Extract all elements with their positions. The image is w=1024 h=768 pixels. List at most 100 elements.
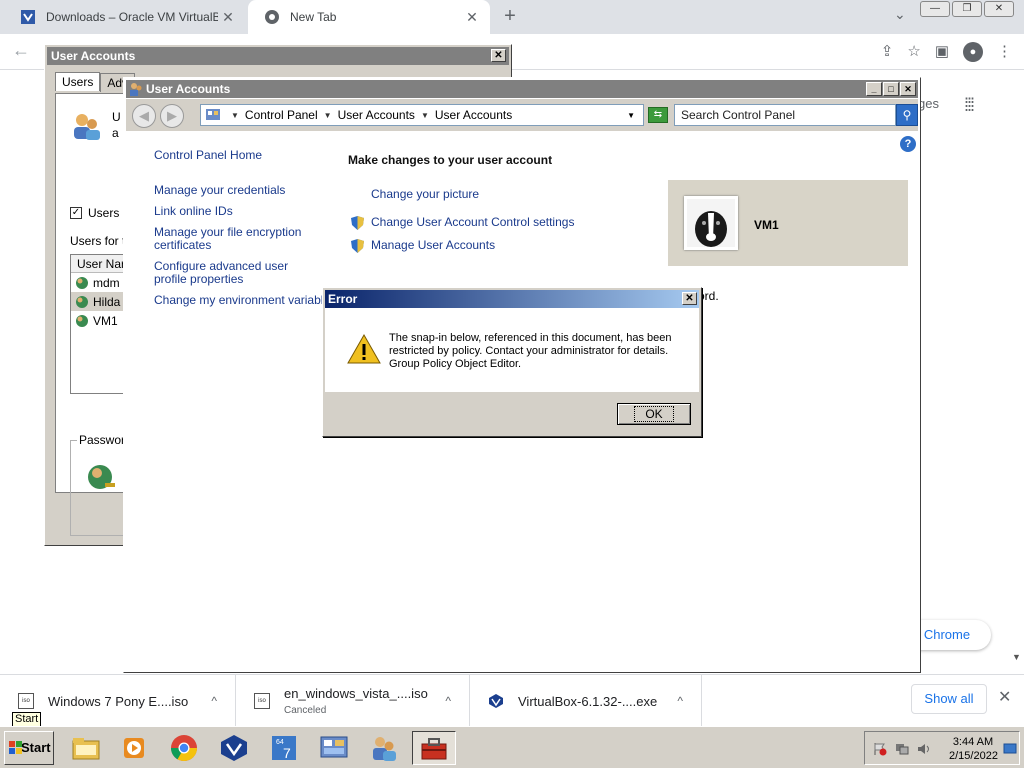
minimize-button[interactable]: — xyxy=(920,1,950,17)
link-file-encryption[interactable]: Manage your file encryption certificates xyxy=(154,226,314,252)
taskbar-app-user-accounts[interactable] xyxy=(362,731,406,765)
taskbar-app-explorer[interactable] xyxy=(64,731,108,765)
dialog-title-bar: Error ✕ xyxy=(325,290,699,308)
tab-close-icon[interactable]: ✕ xyxy=(218,9,238,26)
search-input[interactable]: Search Control Panel xyxy=(674,104,896,126)
tab-users[interactable]: Users xyxy=(55,72,101,91)
svg-text:7: 7 xyxy=(283,745,291,761)
link-environment-variables[interactable]: Change my environment variables xyxy=(154,294,336,307)
minimize-button[interactable]: _ xyxy=(866,82,882,96)
tab-title: Downloads – Oracle VM VirtualB xyxy=(46,10,218,24)
side-panel-icon[interactable]: ▣ xyxy=(935,42,949,62)
bookmark-star-icon[interactable]: ☆ xyxy=(907,42,920,62)
download-filename: Windows 7 Pony E....iso xyxy=(48,693,189,709)
breadcrumb-arrow-icon[interactable]: ▼ xyxy=(231,111,239,120)
taskbar-app-chrome[interactable] xyxy=(162,731,206,765)
download-item[interactable]: iso en_windows_vista_....iso Canceled ^ xyxy=(236,675,470,727)
show-desktop-icon[interactable] xyxy=(1003,742,1017,756)
taskbar-app-media-player[interactable] xyxy=(112,731,156,765)
chevron-up-icon[interactable]: ^ xyxy=(677,694,683,708)
more-menu-icon[interactable]: ⋮ xyxy=(997,42,1012,62)
user-name: VM1 xyxy=(93,313,118,328)
chevron-up-icon[interactable]: ^ xyxy=(445,694,451,708)
volume-icon[interactable] xyxy=(917,742,931,756)
new-tab-button[interactable]: + xyxy=(498,4,522,28)
action-center-flag-icon[interactable] xyxy=(873,742,887,756)
clock-time: 3:44 AM xyxy=(952,736,994,748)
start-label: Start xyxy=(21,740,51,755)
dialog-title-bar: User Accounts ✕ xyxy=(47,47,509,65)
search-icon[interactable]: ⚲ xyxy=(896,104,918,126)
share-icon[interactable]: ⇪ xyxy=(881,42,894,62)
close-button[interactable]: ✕ xyxy=(682,292,697,305)
link-manage-user-accounts[interactable]: Manage User Accounts xyxy=(371,239,495,252)
start-tooltip: Start xyxy=(12,712,42,727)
user-name: Hilda xyxy=(93,294,121,309)
tab-downloads-virtualbox[interactable]: Downloads – Oracle VM VirtualB ✕ xyxy=(4,0,246,34)
forward-arrow-icon[interactable]: ▶ xyxy=(160,104,184,128)
download-status: Canceled xyxy=(284,705,327,716)
refresh-icon[interactable]: ⇆ xyxy=(648,107,668,123)
back-arrow-icon[interactable]: ◀ xyxy=(132,104,156,128)
link-advanced-profile[interactable]: Configure advanced user profile properti… xyxy=(154,260,324,286)
link-online-ids[interactable]: Link online IDs xyxy=(154,205,233,218)
breadcrumb-arrow-icon[interactable]: ▼ xyxy=(421,111,429,120)
link-change-picture[interactable]: Change your picture xyxy=(371,188,479,201)
show-all-button[interactable]: Show all xyxy=(911,684,987,714)
close-window-button[interactable]: ✕ xyxy=(984,1,1014,17)
checkbox-label: Users r xyxy=(88,206,127,220)
back-arrow-icon[interactable]: ← xyxy=(12,40,30,61)
warning-icon xyxy=(347,334,381,364)
users-list-label: Users for t xyxy=(70,234,126,248)
taskbar-app-toolbox[interactable] xyxy=(412,731,456,765)
users-must-enter-password-checkbox[interactable]: ✓ Users r xyxy=(70,206,127,220)
maximize-button[interactable]: □ xyxy=(883,82,899,96)
breadcrumb-arrow-icon[interactable]: ▼ xyxy=(324,111,332,120)
error-message: The snap-in below, referenced in this do… xyxy=(389,332,689,371)
close-downloads-bar-icon[interactable]: ✕ xyxy=(998,687,1011,707)
download-item[interactable]: VirtualBox-6.1.32-....exe ^ xyxy=(470,675,702,727)
profile-avatar-icon[interactable]: ● xyxy=(963,42,983,62)
uac-shield-icon xyxy=(351,239,364,253)
win7-64-icon: 647 xyxy=(272,736,296,761)
dialog-title: Error xyxy=(328,292,358,306)
help-icon[interactable]: ? xyxy=(900,136,916,152)
account-name: VM1 xyxy=(754,218,779,232)
window-controls: — ❐ ✕ xyxy=(920,1,1014,17)
window-title-bar: User Accounts _ □ ✕ xyxy=(126,80,918,98)
link-control-panel-home[interactable]: Control Panel Home xyxy=(154,149,262,162)
link-uac-settings[interactable]: Change User Account Control settings xyxy=(371,216,574,229)
taskbar-app-win7-64[interactable]: 64 7 xyxy=(262,731,306,765)
uac-shield-icon xyxy=(351,216,364,230)
scroll-down-arrow-icon[interactable]: ▼ xyxy=(1012,652,1021,662)
avatar[interactable] xyxy=(684,196,738,250)
tab-new-tab[interactable]: New Tab ✕ xyxy=(248,0,490,34)
iso-file-icon: iso xyxy=(254,693,270,709)
checkbox-checked-icon[interactable]: ✓ xyxy=(70,207,82,219)
ok-button[interactable]: OK xyxy=(617,403,691,425)
chrome-tab-strip: Downloads – Oracle VM VirtualB ✕ New Tab… xyxy=(0,0,1024,34)
close-button[interactable]: ✕ xyxy=(491,49,506,62)
clock[interactable]: 3:44 AM 2/15/2022 xyxy=(949,735,998,763)
start-button[interactable]: Start xyxy=(4,731,54,765)
snapin-name: Group Policy Object Editor. xyxy=(389,358,522,370)
user-globe-icon xyxy=(76,295,88,308)
taskbar-app-virtualbox[interactable] xyxy=(212,731,256,765)
breadcrumb-item[interactable]: User Accounts xyxy=(338,108,415,122)
tab-close-icon[interactable]: ✕ xyxy=(462,9,482,26)
taskbar-app-control-panel[interactable] xyxy=(312,731,356,765)
breadcrumb[interactable]: ▼ Control Panel ▼ User Accounts ▼ User A… xyxy=(200,104,644,126)
images-link-fragment[interactable]: ges xyxy=(918,96,939,111)
network-icon[interactable] xyxy=(895,742,909,756)
address-dropdown-icon[interactable]: ▼ xyxy=(627,111,635,120)
error-dialog: Error ✕ The snap-in below, referenced in… xyxy=(322,287,702,437)
chevron-up-icon[interactable]: ^ xyxy=(211,694,217,708)
toolbar-icons: ⇪ ☆ ▣ ● ⋮ xyxy=(881,42,1012,62)
close-button[interactable]: ✕ xyxy=(900,82,916,96)
apps-grid-icon[interactable]: ⁞⁞⁞ xyxy=(964,95,975,116)
link-manage-credentials[interactable]: Manage your credentials xyxy=(154,184,285,197)
breadcrumb-item[interactable]: User Accounts xyxy=(435,108,512,122)
breadcrumb-item[interactable]: Control Panel xyxy=(245,108,318,122)
tab-search-chevron-icon[interactable]: ⌄ xyxy=(894,6,906,23)
restore-button[interactable]: ❐ xyxy=(952,1,982,17)
